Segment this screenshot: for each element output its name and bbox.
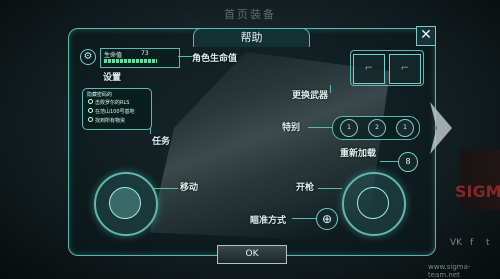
health-value: 73 bbox=[141, 50, 149, 57]
background-title: 首页装备 bbox=[224, 8, 276, 21]
callout-move: 移动 bbox=[180, 183, 199, 193]
joystick-icon[interactable] bbox=[109, 187, 141, 219]
aim-mode-button[interactable]: ⊕ bbox=[316, 208, 338, 230]
background-side-art bbox=[460, 150, 500, 210]
callout-reload: 重新加载 bbox=[340, 149, 377, 159]
callout-settings: 设置 bbox=[103, 73, 122, 83]
watermark: www.sigma-team.net bbox=[428, 263, 471, 279]
mission-item: 找到所有物资 bbox=[88, 117, 125, 124]
ok-button[interactable]: OK bbox=[217, 245, 287, 264]
vk-icon[interactable]: VK bbox=[450, 238, 462, 248]
callout-switch-weapon: 更换武器 bbox=[292, 91, 329, 101]
ammo-icon: 8 bbox=[405, 157, 411, 166]
mission-item: 在范山100号基地 bbox=[88, 108, 135, 115]
callout-mission: 任务 bbox=[152, 137, 171, 147]
callout-aim-mode: 瞄准方式 bbox=[250, 216, 287, 226]
pistol-icon: ⌐ bbox=[400, 63, 410, 74]
crosshair-icon bbox=[357, 187, 389, 219]
mission-box[interactable]: 隐藏密码的 击败罗尔的RLS 在范山100号基地 找到所有物资 bbox=[82, 88, 152, 130]
reload-button[interactable]: 8 bbox=[398, 152, 418, 172]
facebook-icon[interactable]: f bbox=[470, 238, 473, 248]
pistol-icon: ⌐ bbox=[364, 63, 374, 74]
grenade-icon[interactable]: 1 bbox=[340, 119, 358, 137]
health-bar-widget: 生命值 73 bbox=[100, 48, 180, 68]
ammo-icon[interactable]: 1 bbox=[396, 119, 414, 137]
weapon-slot-secondary[interactable]: ⌐ bbox=[389, 54, 421, 84]
close-button[interactable]: ✕ bbox=[416, 26, 436, 46]
mission-title: 隐藏密码的 bbox=[87, 92, 113, 98]
mission-item: 击败罗尔的RLS bbox=[88, 99, 129, 106]
twitter-icon[interactable]: t bbox=[486, 238, 490, 248]
callout-special: 特别 bbox=[282, 123, 301, 133]
health-bar-fill bbox=[104, 59, 157, 63]
gear-icon[interactable]: ⚙ bbox=[80, 49, 96, 65]
health-label: 生命值 bbox=[104, 52, 123, 59]
weapon-slot-primary[interactable]: ⌐ bbox=[353, 54, 385, 84]
crosshair-icon: ⊕ bbox=[321, 212, 333, 226]
panel-title: 帮助 bbox=[193, 28, 310, 47]
brand-logo: SIGMA bbox=[455, 182, 500, 201]
callout-fire: 开枪 bbox=[296, 183, 315, 193]
close-icon: ✕ bbox=[420, 27, 432, 43]
grenade-icon[interactable]: 2 bbox=[368, 119, 386, 137]
callout-health: 角色生命值 bbox=[192, 54, 238, 64]
